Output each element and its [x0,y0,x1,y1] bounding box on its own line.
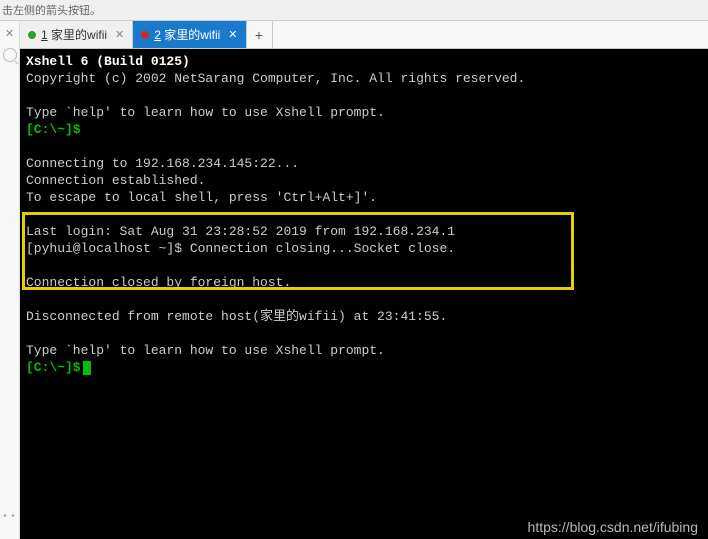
tab-bar: 1 家里的wifii ✕ 2 家里的wifii ✕ + [20,21,708,49]
terminal-escape: To escape to local shell, press 'Ctrl+Al… [26,189,702,206]
tab-session-1[interactable]: 1 家里的wifii ✕ [20,21,133,48]
terminal-closed: Connection closed by foreign host. [26,274,702,291]
status-dot-connected-icon [28,31,36,39]
tab-label: 家里的wifii [164,26,220,43]
terminal-copyright: Copyright (c) 2002 NetSarang Computer, I… [26,70,702,87]
tab-number: 2 [154,28,161,42]
tab-number: 1 [41,28,48,42]
tab-close-icon[interactable]: ✕ [115,28,124,41]
terminal-closing: [pyhui@localhost ~]$ Connection closing.… [26,240,702,257]
watermark: https://blog.csdn.net/ifubing [528,519,698,536]
terminal-title: Xshell 6 (Build 0125) [26,53,702,70]
tab-label: 家里的wifii [51,26,107,43]
tab-session-2[interactable]: 2 家里的wifii ✕ [133,21,246,48]
add-tab-button[interactable]: + [247,21,273,48]
terminal-established: Connection established. [26,172,702,189]
terminal-disconnected: Disconnected from remote host(家里的wifii) … [26,308,702,325]
sidebar-more-icon[interactable]: • • [3,511,16,522]
terminal-help: Type `help' to learn how to use Xshell p… [26,104,702,121]
app-frame: ✕ • • 1 家里的wifii ✕ 2 家里的wifii ✕ + Xshell [0,20,708,539]
terminal-connecting: Connecting to 192.168.234.145:22... [26,155,702,172]
main-area: 1 家里的wifii ✕ 2 家里的wifii ✕ + Xshell 6 (Bu… [20,21,708,539]
left-sidebar: ✕ • • [0,21,20,539]
close-icon[interactable]: ✕ [5,27,14,40]
terminal[interactable]: Xshell 6 (Build 0125) Copyright (c) 2002… [20,49,708,539]
search-icon[interactable] [3,48,17,62]
terminal-cursor [83,361,91,375]
terminal-prompt: [C:\~]$ [26,360,81,375]
terminal-help: Type `help' to learn how to use Xshell p… [26,342,702,359]
status-dot-disconnected-icon [141,31,149,39]
terminal-prompt: [C:\~]$ [26,122,81,137]
top-hint-text: 击左侧的箭头按钮。 [0,0,708,20]
tab-close-icon[interactable]: ✕ [228,28,237,41]
terminal-lastlogin: Last login: Sat Aug 31 23:28:52 2019 fro… [26,223,702,240]
